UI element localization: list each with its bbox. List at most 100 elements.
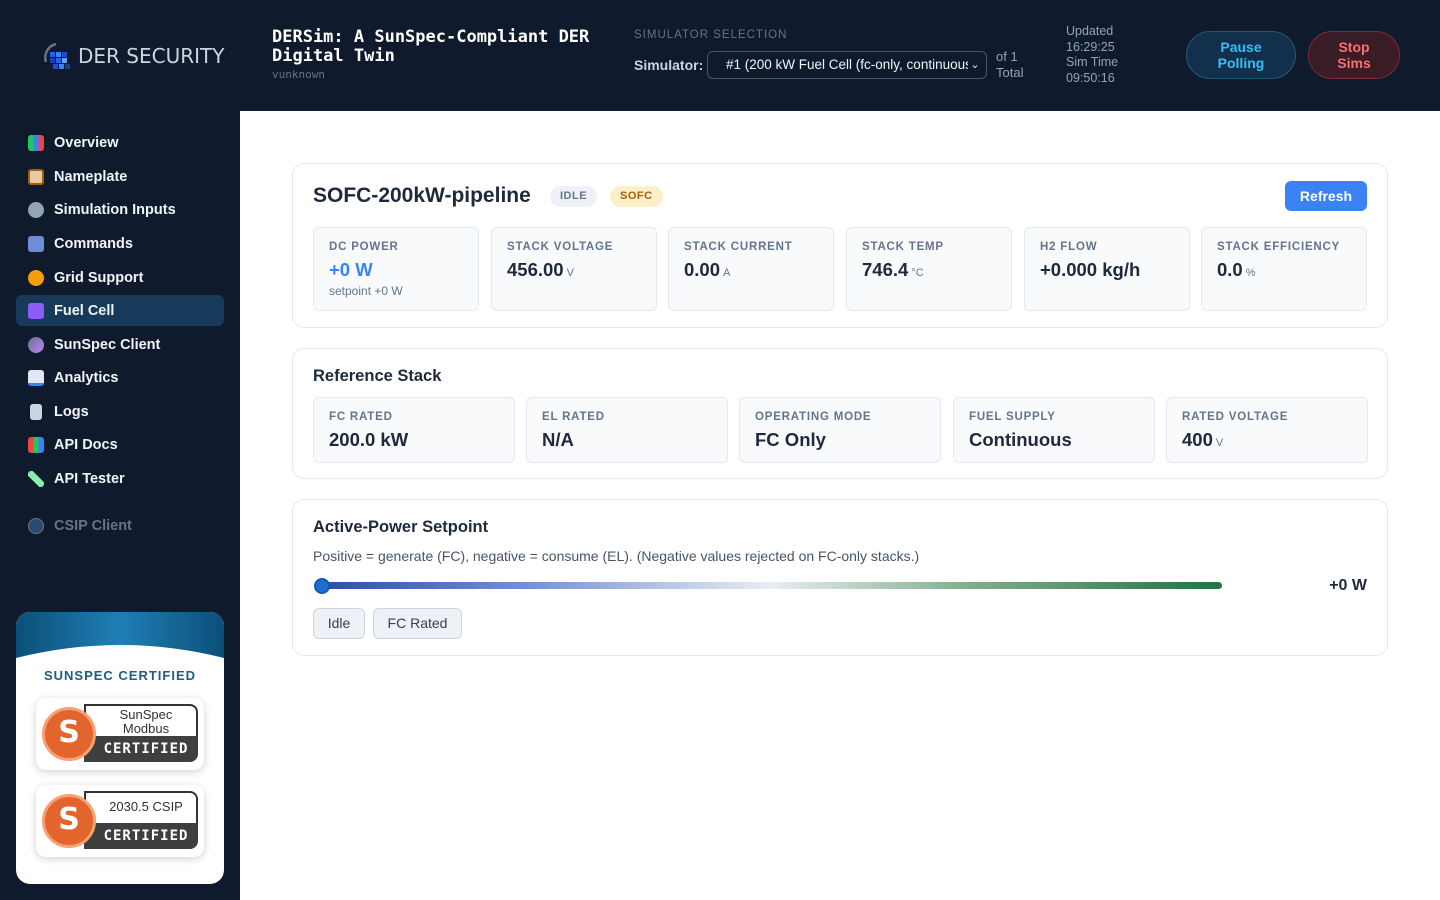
- csip-certified-badge: 2030.5 CSIP CERTIFIED S: [36, 785, 204, 857]
- metric-el-rated: EL RATED N/A: [526, 397, 728, 463]
- sidebar-item-label: Logs: [54, 403, 89, 420]
- sunspec-certified-card: SUNSPEC CERTIFIED SunSpec Modbus CERTIFI…: [16, 612, 224, 884]
- metric-fc-rated: FC RATED 200.0 kW: [313, 397, 515, 463]
- metric-operating-mode: OPERATING MODE FC Only: [739, 397, 941, 463]
- sunspec-logo-icon: S: [42, 707, 96, 761]
- metric-subtext: setpoint +0 W: [329, 284, 403, 298]
- simulator-select[interactable]: #1 (200 kW Fuel Cell (fc-only, continuou…: [707, 51, 987, 79]
- stop-sims-button[interactable]: Stop Sims: [1308, 31, 1400, 79]
- metric-label: STACK VOLTAGE: [507, 241, 614, 253]
- badge-line-1: SunSpec: [119, 707, 173, 722]
- gear-icon: [28, 201, 44, 218]
- metric-value: 456.00: [507, 259, 564, 280]
- sidebar-item-label: Fuel Cell: [54, 302, 115, 319]
- metric-unit: V: [1215, 437, 1224, 449]
- metric-stack-temp: STACK TEMP 746.4 °C: [846, 227, 1012, 311]
- sidebar-item-fuel-cell[interactable]: Fuel Cell: [16, 295, 224, 326]
- sidebar-item-label: SunSpec Client: [54, 336, 161, 353]
- sidebar-item-label: Simulation Inputs: [54, 201, 176, 218]
- simulator-selected-value: #1 (200 kW Fuel Cell (fc-only, continuou…: [726, 57, 981, 72]
- metric-value: 200.0 kW: [329, 429, 409, 450]
- certified-title: SUNSPEC CERTIFIED: [43, 668, 197, 683]
- sidebar-item-logs[interactable]: Logs: [16, 396, 224, 427]
- metric-fuel-supply: FUEL SUPPLY Continuous: [953, 397, 1155, 463]
- setpoint-title: Active-Power Setpoint: [313, 518, 489, 536]
- sidebar-item-api-tester[interactable]: API Tester: [16, 463, 224, 494]
- sidebar-item-commands[interactable]: Commands: [16, 228, 224, 259]
- metric-value: 746.4: [862, 259, 909, 280]
- sidebar-item-label: Nameplate: [54, 168, 128, 185]
- control-knobs-icon: [28, 235, 44, 252]
- metric-value-row: 0.00 A: [684, 259, 730, 281]
- badge-certified-text: CERTIFIED: [84, 736, 198, 762]
- app-version: vunknown: [272, 68, 325, 81]
- metric-value: 0.00: [684, 259, 721, 280]
- preset-idle-button[interactable]: Idle: [313, 608, 365, 639]
- setpoint-slider-handle[interactable]: [314, 578, 330, 594]
- stop-label-2: Sims: [1337, 55, 1371, 71]
- simulator-label: Simulator:: [634, 57, 704, 73]
- metric-value: +0.000 kg/h: [1040, 259, 1141, 280]
- updated-label: Updated: [1066, 24, 1114, 38]
- metric-stack-current: STACK CURRENT 0.00 A: [668, 227, 834, 311]
- metric-h2-flow: H2 FLOW +0.000 kg/h: [1024, 227, 1190, 311]
- chevron-down-icon: ⌄: [968, 52, 982, 78]
- setpoint-slider-track[interactable]: [320, 582, 1222, 589]
- sidebar-item-label: API Docs: [54, 436, 118, 453]
- sidebar-item-grid-support[interactable]: Grid Support: [16, 262, 224, 293]
- metric-stack-voltage: STACK VOLTAGE 456.00 V: [491, 227, 657, 311]
- badge-certified-text: CERTIFIED: [84, 823, 198, 849]
- sidebar-item-overview[interactable]: Overview: [16, 127, 224, 158]
- wave-banner: [16, 612, 224, 658]
- metric-value: N/A: [542, 429, 574, 450]
- sidebar-item-nameplate[interactable]: Nameplate: [16, 161, 224, 192]
- reference-stack-title: Reference Stack: [313, 367, 442, 385]
- metric-value: 400: [1182, 429, 1213, 450]
- metric-label: STACK TEMP: [862, 241, 944, 253]
- sidebar-item-simulation-inputs[interactable]: Simulation Inputs: [16, 194, 224, 225]
- scroll-icon: [30, 403, 42, 420]
- metric-value-row: 0.0%: [1217, 259, 1256, 281]
- sidebar-item-label: Analytics: [54, 369, 119, 386]
- sidebar-item-api-docs[interactable]: API Docs: [16, 429, 224, 460]
- metric-label: H2 FLOW: [1040, 241, 1098, 253]
- sim-count-of: of 1: [996, 49, 1018, 64]
- metric-rated-voltage: RATED VOLTAGE 400 V: [1166, 397, 1368, 463]
- line-chart-icon: [28, 369, 44, 386]
- books-icon: [28, 436, 44, 453]
- metric-stack-efficiency: STACK EFFICIENCY 0.0%: [1201, 227, 1367, 311]
- sidebar-item-label: Commands: [54, 235, 133, 252]
- simulator-count: of 1 Total: [996, 49, 1023, 81]
- badge-top-text: SunSpec Modbus: [84, 704, 198, 736]
- lightning-circle-icon: [28, 269, 44, 286]
- metric-value: +0 W: [329, 259, 373, 280]
- pause-label-1: Pause: [1220, 39, 1262, 55]
- metric-unit: %: [1245, 267, 1256, 279]
- metric-label: EL RATED: [542, 411, 605, 423]
- sidebar-item-csip-client[interactable]: CSIP Client: [16, 510, 224, 541]
- sidebar-item-label: Overview: [54, 134, 119, 151]
- pause-polling-button[interactable]: Pause Polling: [1186, 31, 1296, 79]
- sim-count-total: Total: [996, 65, 1024, 80]
- stop-label-1: Stop: [1338, 39, 1370, 55]
- logo-wordmark: DER SECURITY: [78, 44, 225, 68]
- sidebar-item-analytics[interactable]: Analytics: [16, 362, 224, 393]
- refresh-button[interactable]: Refresh: [1285, 181, 1367, 211]
- active-power-setpoint-card: Active-Power Setpoint Positive = generat…: [292, 499, 1388, 656]
- sunspec-modbus-certified-badge: SunSpec Modbus CERTIFIED S: [36, 698, 204, 770]
- metric-label: FC RATED: [329, 411, 393, 423]
- sim-time-label: Sim Time: [1066, 55, 1119, 69]
- metric-dc-power: DC POWER +0 W setpoint +0 W: [313, 227, 479, 311]
- atom-icon: [28, 302, 44, 319]
- metric-value-row: 456.00 V: [507, 259, 574, 281]
- pause-label-2: Polling: [1217, 55, 1265, 71]
- sim-time-value: 09:50:16: [1066, 70, 1115, 85]
- preset-fc-rated-button[interactable]: FC Rated: [373, 608, 462, 639]
- syringe-icon: [28, 470, 44, 487]
- sidebar-item-sunspec-client[interactable]: SunSpec Client: [16, 329, 224, 360]
- metric-value: Continuous: [969, 429, 1072, 450]
- top-header: DER SECURITY DERSim: A SunSpec-Compliant…: [0, 0, 1440, 111]
- badge-line-2: Modbus: [122, 721, 170, 736]
- globe-grid-logo-icon: [44, 42, 70, 69]
- sidebar-item-label: API Tester: [54, 470, 125, 487]
